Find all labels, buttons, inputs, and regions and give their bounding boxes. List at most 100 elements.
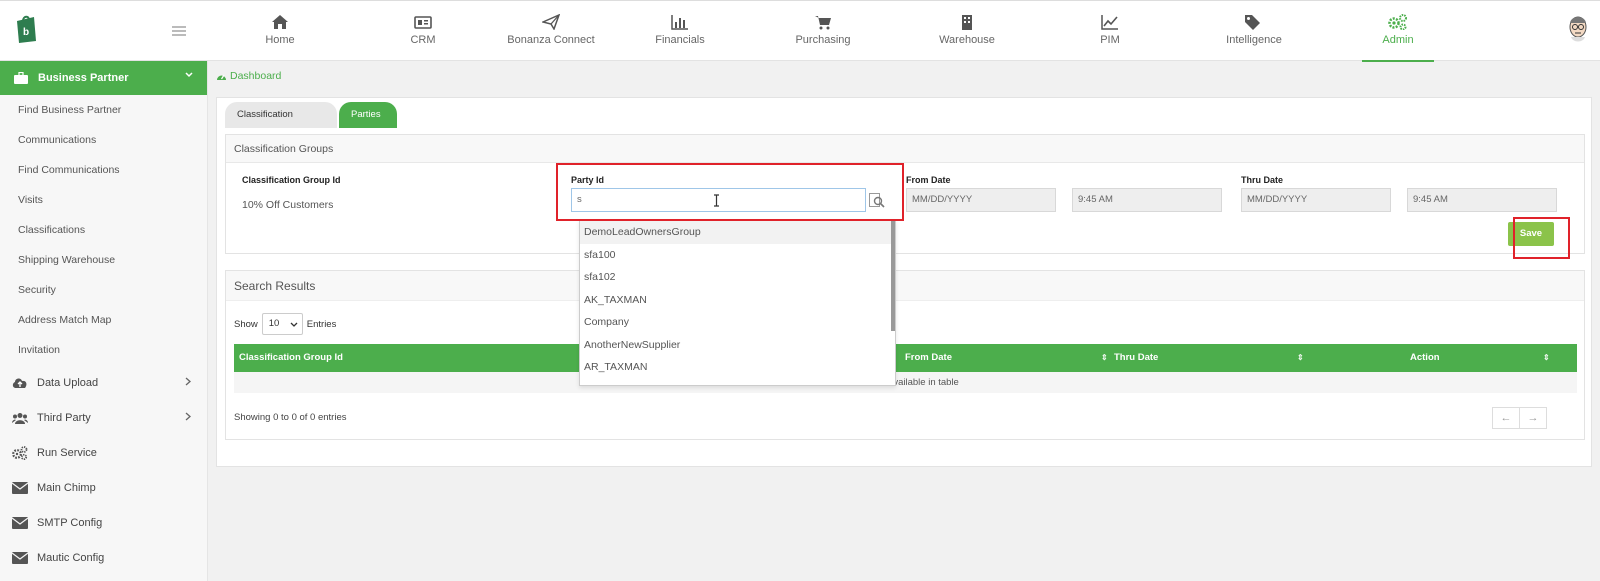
tab-classification-groups[interactable]: Classification Groups bbox=[225, 102, 337, 146]
sidebar-item-run-service[interactable]: Run Service bbox=[0, 435, 207, 470]
sidebar-item-mautic-config[interactable]: Mautic Config bbox=[0, 540, 207, 575]
sidebar-item-address-match-map[interactable]: Address Match Map bbox=[0, 305, 207, 335]
gears-icon bbox=[1388, 14, 1407, 30]
nav-warehouse[interactable]: Warehouse bbox=[932, 1, 1002, 62]
sidebar-business-partner[interactable]: Business Partner bbox=[0, 61, 207, 95]
nav-financials[interactable]: Financials bbox=[650, 1, 710, 62]
nav-admin[interactable]: Admin bbox=[1362, 1, 1434, 62]
sidebar-item-label: Classifications bbox=[18, 224, 86, 236]
user-avatar-icon[interactable] bbox=[1565, 13, 1591, 43]
tab-parties[interactable]: Parties bbox=[339, 102, 397, 128]
chevron-down-icon bbox=[290, 322, 298, 327]
menu-toggle-icon[interactable] bbox=[172, 26, 186, 36]
main-content: Dashboard Classification Groups Parties … bbox=[208, 61, 1600, 581]
thru-date-input[interactable]: MM/DD/YYYY bbox=[1241, 188, 1391, 212]
highlight-save bbox=[1513, 217, 1570, 259]
sidebar-item-shipping-warehouse[interactable]: Shipping Warehouse bbox=[0, 245, 207, 275]
chevron-right-icon bbox=[185, 412, 191, 421]
paper-plane-icon bbox=[542, 14, 560, 30]
line-chart-icon bbox=[1101, 15, 1118, 30]
sidebar-item-third-party[interactable]: Third Party bbox=[0, 400, 207, 435]
nav-crm[interactable]: CRM bbox=[393, 1, 453, 62]
sidebar-item-find-business-partner[interactable]: Find Business Partner bbox=[0, 95, 207, 125]
sort-icon[interactable]: ⇕ bbox=[1297, 353, 1304, 362]
autocomplete-item[interactable]: AR_TAXMAN bbox=[580, 356, 895, 379]
nav-financials-label: Financials bbox=[655, 34, 705, 46]
col-action[interactable]: Action bbox=[1410, 344, 1440, 372]
sidebar-item-label: Invitation bbox=[18, 344, 61, 356]
nav-intelligence-label: Intelligence bbox=[1226, 34, 1282, 46]
nav-home-label: Home bbox=[265, 34, 295, 46]
bar-chart-icon bbox=[671, 15, 688, 30]
autocomplete-item[interactable]: AnotherNewSupplier bbox=[580, 334, 895, 357]
autocomplete-item[interactable]: AK_TAXMAN bbox=[580, 289, 895, 312]
sidebar-item-label: SMTP Config bbox=[37, 516, 103, 529]
sidebar-item-communications[interactable]: Communications bbox=[0, 125, 207, 155]
sidebar-item-main-chimp[interactable]: Main Chimp bbox=[0, 470, 207, 505]
sidebar-item-label: Find Business Partner bbox=[18, 104, 122, 116]
empty-table-message: No data available in table bbox=[234, 372, 1577, 393]
search-results-title: Search Results bbox=[226, 271, 1584, 301]
sidebar-item-label: Find Communications bbox=[18, 164, 120, 176]
autocomplete-item[interactable]: sfa102 bbox=[580, 266, 895, 289]
nav-purchasing-label: Purchasing bbox=[795, 34, 851, 46]
nav-warehouse-label: Warehouse bbox=[939, 34, 995, 46]
sort-icon[interactable]: ⇕ bbox=[1101, 353, 1108, 362]
nav-intelligence[interactable]: Intelligence bbox=[1214, 1, 1294, 62]
group-id-value: 10% Off Customers bbox=[242, 199, 334, 211]
sidebar-item-classifications[interactable]: Classifications bbox=[0, 215, 207, 245]
col-from-date[interactable]: From Date bbox=[905, 344, 952, 372]
cart-icon bbox=[815, 16, 831, 30]
sidebar-item-find-communications[interactable]: Find Communications bbox=[0, 155, 207, 185]
building-icon bbox=[962, 15, 972, 30]
sort-icon[interactable]: ⇕ bbox=[1543, 353, 1550, 362]
sidebar-item-label: Shipping Warehouse bbox=[18, 254, 116, 266]
nav-pim[interactable]: PIM bbox=[1080, 1, 1140, 62]
autocomplete-item[interactable]: DemoLeadOwnersGroup bbox=[580, 221, 895, 244]
page-size-select[interactable]: 10 bbox=[261, 313, 303, 335]
dropdown-scrollbar[interactable] bbox=[891, 221, 895, 331]
home-icon bbox=[272, 15, 288, 29]
form-title: Classification Groups bbox=[226, 135, 1584, 163]
table-info: Showing 0 to 0 of 0 entries bbox=[234, 412, 347, 423]
thru-time-input[interactable]: 9:45 AM bbox=[1407, 188, 1557, 212]
sidebar-item-label: Address Match Map bbox=[18, 314, 112, 326]
entries-label: Entries bbox=[306, 318, 337, 330]
sidebar-item-label: Data Upload bbox=[37, 376, 99, 389]
sidebar-item-data-upload[interactable]: Data Upload bbox=[0, 365, 207, 400]
highlight-party-id bbox=[556, 163, 904, 221]
gears-icon bbox=[12, 445, 28, 460]
page-size-value: 10 bbox=[268, 318, 280, 329]
breadcrumb-dashboard[interactable]: Dashboard bbox=[230, 70, 281, 82]
sidebar-item-smtp-config[interactable]: SMTP Config bbox=[0, 505, 207, 540]
sidebar-item-security[interactable]: Security bbox=[0, 275, 207, 305]
nav-purchasing[interactable]: Purchasing bbox=[788, 1, 858, 62]
next-page-button[interactable]: → bbox=[1519, 407, 1547, 429]
from-date-input[interactable]: MM/DD/YYYY bbox=[906, 188, 1056, 212]
sidebar-item-invitation[interactable]: Invitation bbox=[0, 335, 207, 365]
sidebar-item-label: Security bbox=[18, 284, 56, 296]
nav-admin-label: Admin bbox=[1382, 34, 1414, 46]
col-classification-group-id[interactable]: Classification Group Id bbox=[239, 344, 343, 372]
sidebar-item-label: Communications bbox=[18, 134, 97, 146]
from-time-input[interactable]: 9:45 AM bbox=[1072, 188, 1222, 212]
nav-pim-label: PIM bbox=[1100, 34, 1120, 46]
autocomplete-item[interactable]: Company bbox=[580, 311, 895, 334]
breadcrumb[interactable]: Dashboard bbox=[216, 70, 281, 82]
crm-icon bbox=[414, 16, 432, 29]
envelope-icon bbox=[12, 551, 28, 564]
nav-bonanza-connect[interactable]: Bonanza Connect bbox=[506, 1, 596, 62]
autocomplete-item[interactable]: sfa100 bbox=[580, 244, 895, 267]
classification-groups-form: Classification Groups Classification Gro… bbox=[225, 134, 1585, 254]
top-navbar: b Home CRM Bonanza Connect Financials Pu… bbox=[0, 0, 1600, 62]
sidebar: Business Partner Find Business Partner C… bbox=[0, 61, 208, 581]
sidebar-item-visits[interactable]: Visits bbox=[0, 185, 207, 215]
sidebar-item-label: Run Service bbox=[37, 446, 97, 459]
logo-icon[interactable]: b bbox=[14, 13, 38, 45]
from-date-label: From Date bbox=[906, 175, 951, 185]
nav-home[interactable]: Home bbox=[250, 1, 310, 62]
sidebar-item-label: Third Party bbox=[37, 411, 91, 424]
cloud-upload-icon bbox=[12, 377, 27, 388]
prev-page-button[interactable]: ← bbox=[1492, 407, 1520, 429]
col-thru-date[interactable]: Thru Date bbox=[1114, 344, 1158, 372]
